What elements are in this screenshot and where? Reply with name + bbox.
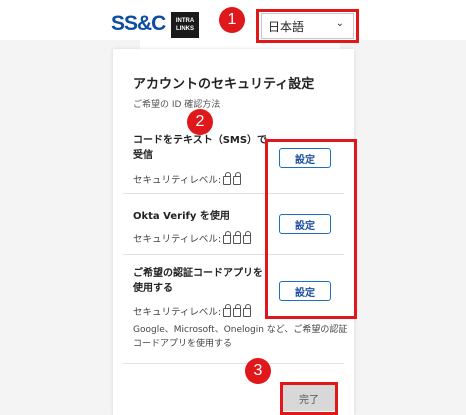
- lock-icon: [223, 171, 232, 185]
- intralinks-logo: INTRA LINKS: [171, 12, 199, 38]
- sms-security-level: セキュリティレベル:: [133, 171, 242, 186]
- lock-icon: [243, 230, 252, 244]
- done-highlight-box: [280, 382, 338, 415]
- right-background-panel: [340, 40, 466, 415]
- ssc-logo: SS&C: [111, 12, 166, 36]
- okta-verify-option-title: Okta Verify を使用: [133, 211, 230, 222]
- intralinks-logo-line2: LINKS: [176, 26, 194, 32]
- ssc-logo-text: SS&C: [111, 12, 166, 35]
- language-highlight-box: [256, 9, 359, 43]
- footer-divider: [123, 363, 344, 364]
- lock-icon: [233, 171, 242, 185]
- lock-icon: [243, 303, 252, 317]
- authenticator-security-level-label: セキュリティレベル:: [133, 307, 222, 318]
- lock-icon: [233, 303, 242, 317]
- lock-icon: [223, 303, 232, 317]
- callout-marker-2: 2: [187, 109, 213, 135]
- okta-security-level: セキュリティレベル:: [133, 230, 252, 245]
- authenticator-app-option-title: ご希望の認証コードアプリを使用する: [133, 268, 263, 294]
- callout-marker-3: 3: [245, 358, 271, 384]
- card-title: アカウントのセキュリティ設定: [133, 77, 315, 92]
- authenticator-app-note: Google、Microsoft、Onelogin など、ご希望の認証コードアプ…: [133, 325, 348, 349]
- card-subtitle: ご希望の ID 確認方法: [133, 100, 221, 110]
- lock-icon: [223, 230, 232, 244]
- intralinks-logo-line1: INTRA: [175, 18, 195, 24]
- okta-security-level-label: セキュリティレベル:: [133, 234, 222, 245]
- lock-icon: [233, 230, 242, 244]
- sms-security-level-label: セキュリティレベル:: [133, 175, 222, 186]
- callout-marker-1: 1: [219, 7, 245, 33]
- sms-option-title: コードをテキスト（SMS）で受信: [133, 135, 268, 161]
- setup-buttons-highlight-box: [265, 139, 357, 319]
- authenticator-security-level: セキュリティレベル:: [133, 303, 252, 318]
